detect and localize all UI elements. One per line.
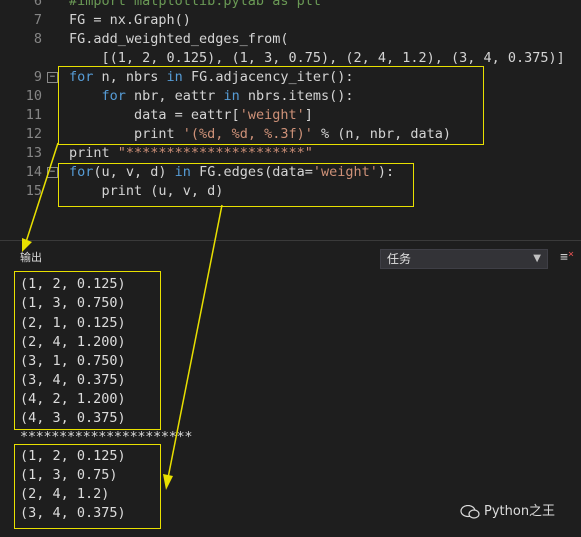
wechat-icon [460,504,480,519]
arrow-line-2 [167,204,223,479]
annotation-arrows [22,142,223,490]
arrow-head-1 [22,238,32,252]
arrow-head-2 [163,474,173,490]
watermark: Python之王 [460,500,555,519]
watermark-text: Python之王 [484,504,556,519]
arrow-line-1 [25,142,59,243]
